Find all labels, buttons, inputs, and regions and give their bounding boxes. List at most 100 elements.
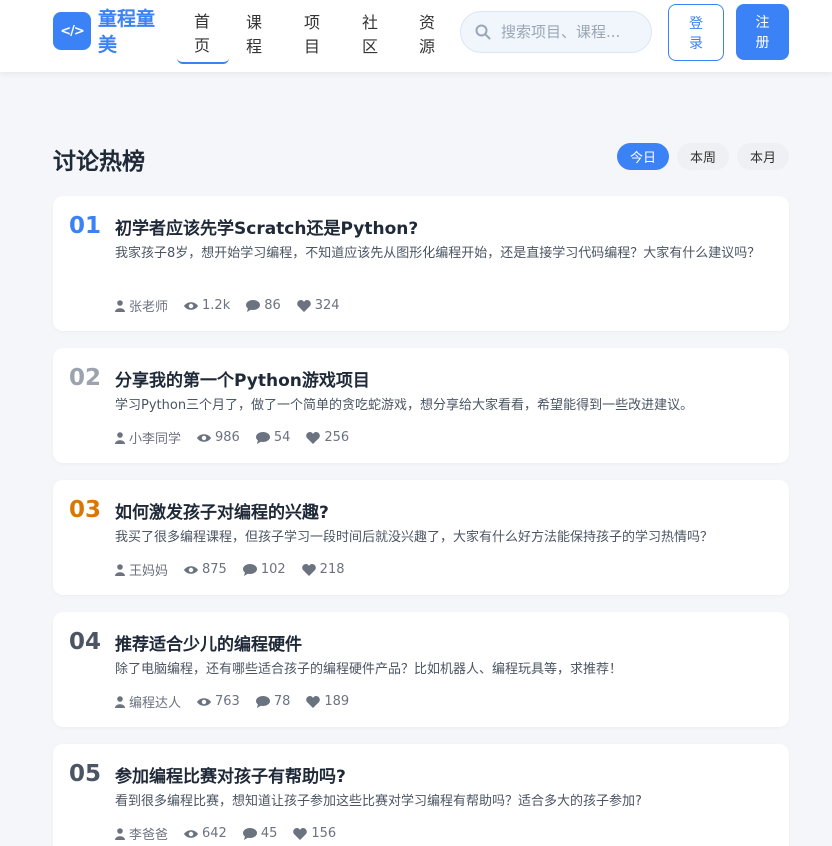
comment-icon	[242, 563, 257, 576]
comments: 102	[242, 562, 286, 577]
comment-icon	[246, 299, 261, 312]
discussion-card[interactable]: 03 如何激发孩子对编程的兴趣? 我买了很多编程课程，但孩子学习一段时间后就没兴…	[53, 480, 789, 595]
likes[interactable]: 218	[301, 562, 345, 577]
user-icon	[115, 299, 125, 312]
post-title[interactable]: 初学者应该先学Scratch还是Python?	[115, 214, 418, 239]
comment-count: 86	[264, 298, 281, 313]
post-meta: 王妈妈 875 102 218	[115, 560, 361, 579]
eye-icon	[197, 697, 212, 706]
comments: 78	[255, 694, 291, 709]
filter-week[interactable]: 本周	[677, 143, 729, 170]
filter-today[interactable]: 今日	[617, 143, 669, 170]
author: 张老师	[115, 296, 168, 315]
register-label: 注册	[755, 14, 770, 50]
views: 986	[197, 430, 240, 445]
author: 李爸爸	[115, 824, 168, 843]
comment-count: 45	[260, 826, 278, 841]
comments: 54	[255, 430, 290, 445]
nav-label: 项目	[304, 13, 323, 56]
post-meta: 小李同学 986 54 256	[115, 428, 365, 447]
filter-month[interactable]: 本月	[737, 143, 789, 170]
post-description: 我买了很多编程课程，但孩子学习一段时间后就没兴趣了，大家有什么好方法能保持孩子的…	[115, 530, 714, 545]
post-title[interactable]: 推荐适合少儿的编程硬件	[115, 630, 302, 655]
search-box[interactable]	[460, 11, 652, 53]
view-count: 986	[215, 430, 240, 445]
nav-label: 课程	[246, 13, 265, 56]
discussion-card[interactable]: 05 参加编程比赛对孩子有帮助吗? 看到很多编程比赛，想知道让孩子参加这些比赛对…	[53, 744, 789, 846]
likes[interactable]: 156	[293, 826, 336, 841]
post-title[interactable]: 分享我的第一个Python游戏项目	[115, 366, 370, 391]
brand-name[interactable]: 童程童美	[98, 6, 164, 58]
comment-icon	[255, 431, 270, 444]
view-count: 642	[202, 826, 227, 841]
discussion-card[interactable]: 04 推荐适合少儿的编程硬件 除了电脑编程，还有哪些适合孩子的编程硬件产品？比如…	[53, 612, 789, 727]
rank-number: 01	[69, 213, 102, 239]
search-input[interactable]	[501, 23, 641, 41]
discussion-card[interactable]: 01 初学者应该先学Scratch还是Python? 我家孩子8岁，想开始学习编…	[53, 196, 789, 331]
code-logo-icon[interactable]: </>	[53, 12, 91, 50]
like-count: 156	[311, 826, 337, 841]
heart-icon	[301, 563, 316, 576]
author-name: 小李同学	[129, 432, 182, 447]
nav-item-courses[interactable]: 课程	[229, 6, 281, 64]
author-name: 编程达人	[129, 696, 182, 711]
nav-item-projects[interactable]: 项目	[287, 6, 339, 64]
eye-icon	[184, 301, 199, 310]
nav-item-community[interactable]: 社区	[345, 6, 397, 64]
comment-icon	[242, 827, 257, 840]
post-description: 学习Python三个月了，做了一个简单的贪吃蛇游戏，想分享给大家看看，希望能得到…	[115, 398, 694, 413]
author-name: 李爸爸	[129, 828, 169, 843]
logo-glyph: </>	[60, 23, 85, 39]
post-description: 除了电脑编程，还有哪些适合孩子的编程硬件产品？比如机器人、编程玩具等，求推荐！	[115, 662, 623, 677]
heart-icon	[306, 695, 321, 708]
rank-number: 02	[69, 365, 102, 391]
discussion-card[interactable]: 02 分享我的第一个Python游戏项目 学习Python三个月了，做了一个简单…	[53, 348, 789, 463]
comments: 45	[242, 826, 278, 841]
nav-label: 社区	[362, 13, 381, 56]
register-button[interactable]: 注册	[736, 4, 789, 60]
views: 1.2k	[184, 298, 230, 313]
post-title[interactable]: 如何激发孩子对编程的兴趣?	[115, 498, 329, 523]
top-header: </> 童程童美 首页 课程 项目 社区 资源 登录 注册	[0, 0, 832, 72]
likes[interactable]: 256	[306, 430, 349, 445]
nav-label: 资源	[419, 13, 438, 56]
nav-label: 首页	[194, 12, 213, 55]
like-count: 189	[324, 694, 350, 709]
views: 875	[184, 562, 227, 577]
search-icon	[475, 24, 491, 40]
likes[interactable]: 324	[296, 298, 340, 313]
heart-icon	[293, 827, 308, 840]
eye-icon	[184, 829, 199, 838]
post-description: 我家孩子8岁，想开始学习编程，不知道应该先从图形化编程开始，还是直接学习代码编程…	[115, 246, 761, 261]
post-description: 看到很多编程比赛，想知道让孩子参加这些比赛对学习编程有帮助吗？适合多大的孩子参加…	[115, 794, 642, 809]
eye-icon	[197, 433, 212, 442]
like-count: 324	[314, 298, 340, 313]
author-name: 王妈妈	[129, 564, 169, 579]
post-meta: 李爸爸 642 45 156	[115, 824, 352, 843]
user-icon	[115, 827, 125, 840]
post-meta: 编程达人 763 78 189	[115, 692, 365, 711]
comment-icon	[255, 695, 270, 708]
post-title[interactable]: 参加编程比赛对孩子有帮助吗?	[115, 762, 346, 787]
user-icon	[115, 695, 125, 708]
view-count: 763	[215, 694, 240, 709]
like-count: 256	[324, 430, 350, 445]
views: 763	[197, 694, 240, 709]
rank-number: 03	[69, 497, 102, 523]
comment-count: 78	[273, 694, 291, 709]
comments: 86	[246, 298, 281, 313]
author: 编程达人	[115, 692, 181, 711]
rank-number: 04	[69, 629, 102, 655]
user-icon	[115, 563, 125, 576]
likes[interactable]: 189	[306, 694, 349, 709]
post-meta: 张老师 1.2k 86 324	[115, 296, 356, 315]
login-label: 登录	[689, 14, 703, 51]
views: 642	[184, 826, 227, 841]
like-count: 218	[319, 562, 345, 577]
author: 小李同学	[115, 428, 181, 447]
section-title: 讨论热榜	[53, 149, 145, 175]
login-button[interactable]: 登录	[668, 4, 724, 61]
heart-icon	[306, 431, 321, 444]
nav-item-resources[interactable]: 资源	[402, 6, 454, 64]
nav-item-home[interactable]: 首页	[177, 6, 229, 64]
